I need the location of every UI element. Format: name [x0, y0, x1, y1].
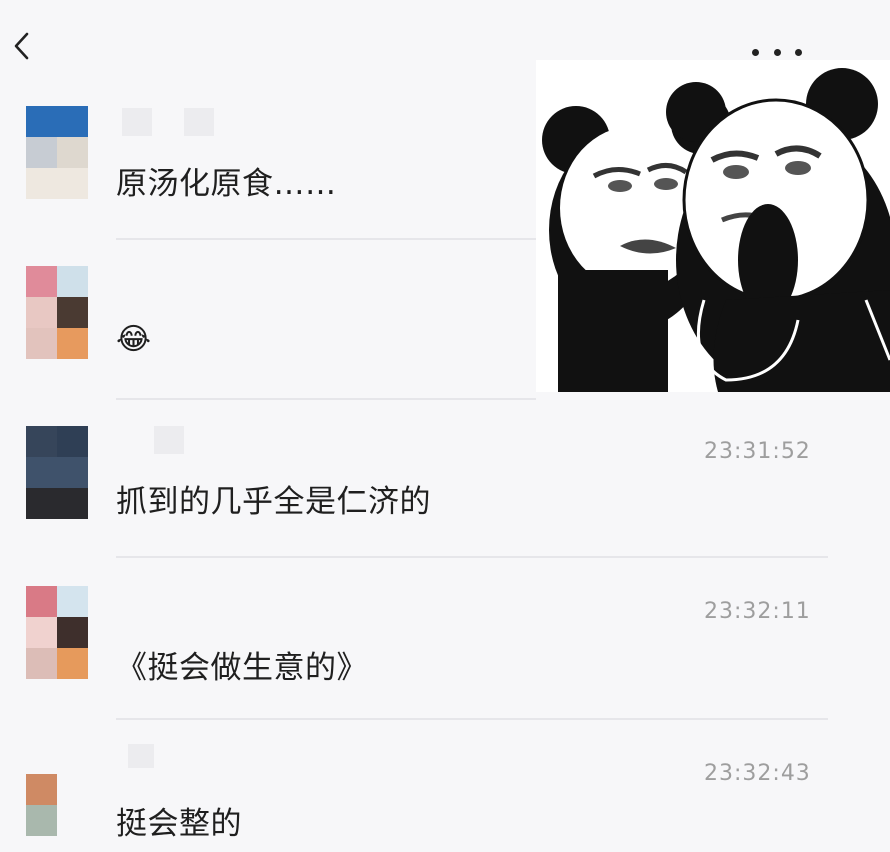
divider: [116, 238, 536, 240]
message-timestamp: 23:31:52: [704, 439, 811, 464]
chevron-left-icon: [14, 32, 29, 60]
panda-meme-sticker-image: [542, 68, 890, 392]
sender-name: [122, 108, 214, 136]
avatar[interactable]: [26, 586, 88, 679]
avatar[interactable]: [26, 266, 88, 359]
sender-name: [122, 744, 154, 772]
message-timestamp: 23:32:11: [704, 599, 811, 624]
avatar[interactable]: [26, 774, 57, 836]
divider: [116, 556, 828, 558]
more-dots-icon: [752, 48, 759, 56]
message-text: 抓到的几乎全是仁济的: [116, 484, 431, 520]
message-text: 原汤化原食……: [116, 166, 337, 202]
avatar[interactable]: [26, 106, 88, 199]
message-timestamp: 23:32:43: [704, 761, 811, 786]
back-button[interactable]: [4, 28, 40, 64]
sender-name: [122, 426, 184, 454]
avatar[interactable]: [26, 426, 88, 519]
message-text: 挺会整的: [116, 806, 242, 842]
panda-meme-sticker[interactable]: [536, 60, 890, 392]
divider: [116, 398, 536, 400]
laughing-face-emoji: 😂: [116, 322, 152, 357]
message-text: 《挺会做生意的》: [116, 650, 368, 686]
divider: [116, 718, 828, 720]
